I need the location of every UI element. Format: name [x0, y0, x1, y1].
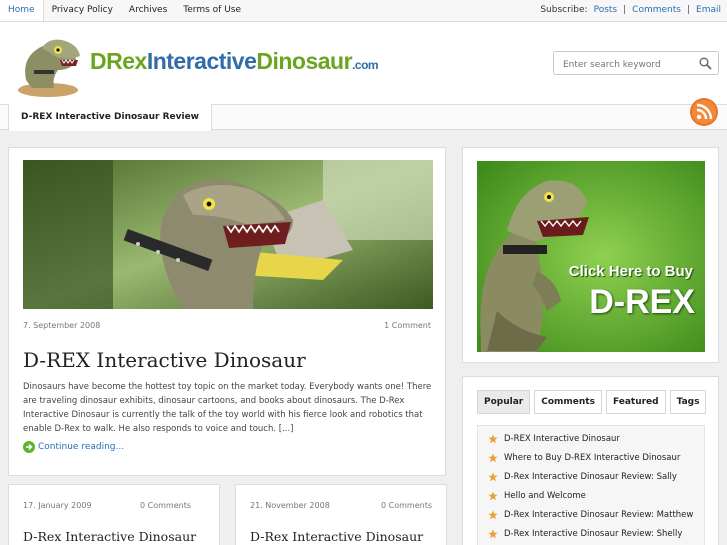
- list-item[interactable]: D-Rex Interactive Dinosaur Review: Shell…: [488, 527, 682, 541]
- list-item[interactable]: D-Rex Interactive Dinosaur Review: Sally: [488, 470, 677, 484]
- separator: |: [686, 5, 691, 15]
- star-icon: [488, 453, 498, 463]
- rss-icon[interactable]: [689, 97, 719, 127]
- continue-reading-link[interactable]: Continue reading...: [23, 441, 124, 453]
- sidebar-tabbed-widget: Popular Comments Featured Tags D-REX Int…: [462, 376, 719, 545]
- post-comments-link[interactable]: 1 Comment: [384, 321, 431, 330]
- logo-part-interactive: Interactive: [146, 48, 257, 74]
- star-icon: [488, 510, 498, 520]
- dinosaur-logo-icon[interactable]: [12, 30, 84, 98]
- top-bar: Home Privacy Policy Archives Terms of Us…: [0, 0, 727, 22]
- continue-reading-label: Continue reading...: [38, 442, 125, 452]
- separator: |: [623, 5, 627, 15]
- logo-part-com: .com: [352, 58, 379, 72]
- list-item-label: Where to Buy D-REX Interactive Dinosaur: [504, 453, 681, 463]
- subscribe-posts-link[interactable]: Posts: [594, 0, 618, 21]
- top-nav-privacy-policy[interactable]: Privacy Policy: [44, 0, 121, 21]
- top-nav-terms-of-use[interactable]: Terms of Use: [175, 0, 249, 21]
- top-nav: Home Privacy Policy Archives Terms of Us…: [0, 0, 249, 21]
- star-icon: [488, 529, 498, 539]
- subscribe-bar: Subscribe: Posts | Comments | Email: [540, 0, 721, 21]
- site-header: DRexInteractiveDinosaur.com: [0, 22, 727, 104]
- top-nav-archives[interactable]: Archives: [121, 0, 175, 21]
- top-nav-home[interactable]: Home: [0, 0, 44, 21]
- search-icon[interactable]: [699, 57, 712, 70]
- ad-product-name: D-REX: [589, 283, 695, 321]
- list-item-label: D-REX Interactive Dinosaur: [504, 434, 620, 444]
- subscribe-label: Subscribe:: [540, 5, 588, 15]
- post-date: 7. September 2008: [23, 321, 101, 330]
- main-nav: D-REX Interactive Dinosaur Review: [0, 104, 727, 131]
- list-item[interactable]: Where to Buy D-REX Interactive Dinosaur: [488, 451, 680, 465]
- sidebar-ad-box: Click Here to Buy D-REX: [462, 147, 719, 363]
- subscribe-comments-link[interactable]: Comments: [632, 0, 681, 21]
- sidebar-tabs: Popular Comments Featured Tags: [477, 390, 707, 414]
- featured-post-image[interactable]: [23, 160, 433, 309]
- tab-comments[interactable]: Comments: [534, 390, 602, 414]
- featured-post: 7. September 2008 1 Comment D-REX Intera…: [8, 147, 446, 476]
- nav-tab-drex-review[interactable]: D-REX Interactive Dinosaur Review: [8, 104, 212, 131]
- site-logo[interactable]: DRexInteractiveDinosaur.com: [90, 48, 379, 75]
- popular-list: D-REX Interactive Dinosaur Where to Buy …: [477, 425, 705, 545]
- list-item-label: D-Rex Interactive Dinosaur Review: Matth…: [504, 510, 694, 520]
- list-item-label: D-Rex Interactive Dinosaur Review: Sally: [504, 472, 677, 482]
- star-icon: [488, 472, 498, 482]
- tab-tags[interactable]: Tags: [669, 390, 707, 414]
- post-date: 17. January 2009: [23, 501, 92, 510]
- dinosaur-toy-image: [477, 161, 705, 352]
- tab-popular[interactable]: Popular: [477, 390, 531, 414]
- post-card: 17. January 2009 0 Comments D-Rex Intera…: [8, 484, 220, 545]
- ad-tagline: Click Here to Buy: [568, 263, 693, 280]
- search-input[interactable]: [554, 54, 694, 76]
- list-item[interactable]: D-REX Interactive Dinosaur: [488, 432, 620, 446]
- arrow-right-icon: [23, 441, 35, 453]
- tab-featured[interactable]: Featured: [605, 390, 666, 414]
- post-title[interactable]: D-Rex Interactive Dinosaur: [23, 529, 196, 544]
- post-date: 21. November 2008: [250, 501, 330, 510]
- post-comments-link[interactable]: 0 Comments: [381, 501, 432, 510]
- post-card: 21. November 2008 0 Comments D-Rex Inter…: [235, 484, 447, 545]
- list-item-label: D-Rex Interactive Dinosaur Review: Shell…: [504, 529, 683, 539]
- list-item[interactable]: D-Rex Interactive Dinosaur Review: Matth…: [488, 508, 693, 522]
- search-box: [553, 51, 719, 76]
- post-excerpt: Dinosaurs have become the hottest toy to…: [23, 382, 432, 434]
- post-title[interactable]: D-Rex Interactive Dinosaur: [250, 529, 423, 544]
- post-title[interactable]: D-REX Interactive Dinosaur: [23, 348, 306, 372]
- subscribe-email-link[interactable]: Email: [696, 0, 721, 21]
- star-icon: [488, 434, 498, 444]
- buy-drex-banner[interactable]: Click Here to Buy D-REX: [477, 161, 705, 352]
- logo-part-drex: DRex: [90, 48, 147, 74]
- star-icon: [488, 491, 498, 501]
- list-item-label: Hello and Welcome: [504, 491, 586, 501]
- post-comments-link[interactable]: 0 Comments: [140, 501, 191, 510]
- logo-part-dinosaur: Dinosaur: [256, 48, 353, 74]
- list-item[interactable]: Hello and Welcome: [488, 489, 586, 503]
